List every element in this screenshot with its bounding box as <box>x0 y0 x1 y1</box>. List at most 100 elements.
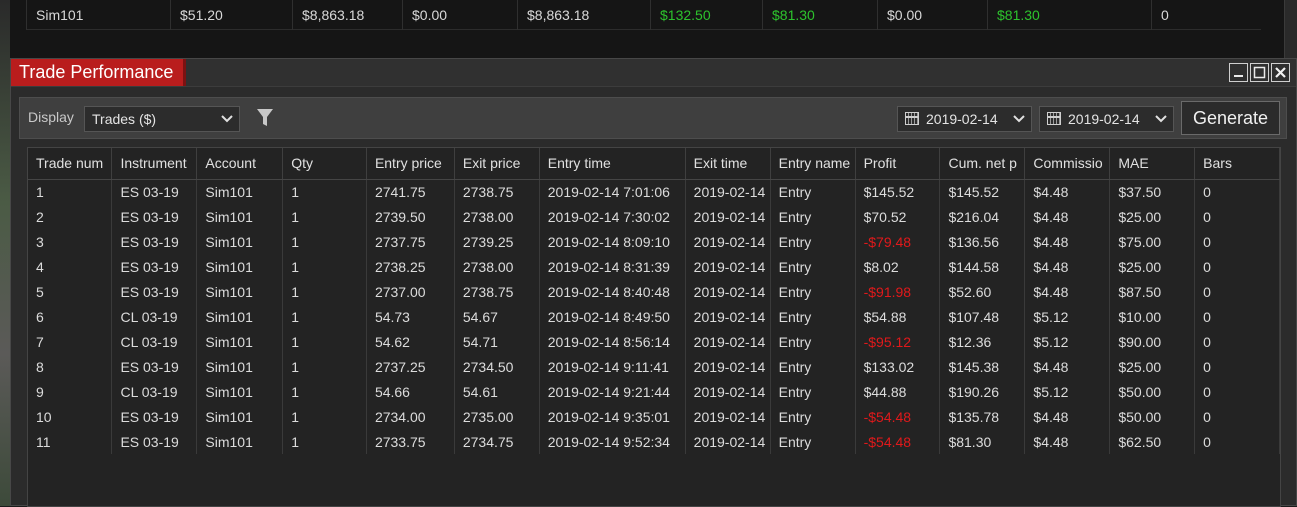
table-cell: $136.56 <box>939 229 1026 254</box>
end-date-value: 2019-02-14 <box>1068 111 1140 127</box>
column-header[interactable]: Entry name <box>770 148 856 180</box>
table-row[interactable]: 6 CL 03-19 Sim101 1 54.73 54.67 2019-02-14 8:4… <box>28 304 1280 329</box>
table-row[interactable]: 7 CL 03-19 Sim101 1 54.62 54.71 2019-02-14 8:5… <box>28 329 1280 354</box>
table-cell: $5.12 <box>1024 329 1111 354</box>
table-cell: 54.66 <box>366 379 455 404</box>
column-header[interactable]: Exit price <box>454 148 540 180</box>
table-cell: $12.36 <box>939 329 1026 354</box>
table-cell: $44.88 <box>855 379 941 404</box>
table-cell: 2019-02-14 <box>685 304 771 329</box>
table-cell: $5.12 <box>1024 379 1111 404</box>
table-cell: Entry <box>770 179 856 204</box>
toolbar: Display Trades ($) 2019-02-14 2019-02-14… <box>19 97 1287 139</box>
table-cell: -$91.98 <box>855 279 941 304</box>
table-cell: 4 <box>28 254 113 279</box>
table-cell: $90.00 <box>1109 329 1196 354</box>
table-cell: 0 <box>1194 229 1280 254</box>
table-row[interactable]: 1 ES 03-19 Sim101 1 2741.75 2738.75 2019-02-14… <box>28 179 1280 204</box>
filter-icon[interactable] <box>256 108 274 128</box>
table-cell: 2019-02-14 9:52:34 <box>539 429 686 454</box>
table-cell: Entry <box>770 254 856 279</box>
column-header[interactable]: Profit <box>855 148 941 180</box>
desktop-background <box>0 0 10 506</box>
account-cell: $8,863.18 <box>292 0 402 30</box>
table-row[interactable]: 3 ES 03-19 Sim101 1 2737.75 2739.25 2019-02-14… <box>28 229 1280 254</box>
table-cell: $145.52 <box>939 179 1026 204</box>
table-cell: 10 <box>28 404 113 429</box>
accounts-scrollbar[interactable] <box>1284 0 1297 58</box>
table-row[interactable]: 11 ES 03-19 Sim101 1 2733.75 2734.75 2019-02-1… <box>28 429 1280 454</box>
table-cell: 1 <box>282 404 367 429</box>
table-cell: $50.00 <box>1109 379 1196 404</box>
table-cell: ES 03-19 <box>111 354 198 379</box>
table-cell: 0 <box>1194 204 1280 229</box>
column-header[interactable]: Entry price <box>366 148 455 180</box>
table-cell: $37.50 <box>1109 179 1196 204</box>
table-cell: Entry <box>770 304 856 329</box>
table-cell: -$95.12 <box>855 329 941 354</box>
table-row[interactable]: 8 ES 03-19 Sim101 1 2737.25 2734.50 2019-02-14… <box>28 354 1280 379</box>
table-cell: -$79.48 <box>855 229 941 254</box>
table-cell: Sim101 <box>196 329 284 354</box>
account-cell: Sim101 <box>26 0 170 30</box>
table-cell: 2019-02-14 8:31:39 <box>539 254 686 279</box>
table-cell: ES 03-19 <box>111 179 198 204</box>
column-header[interactable]: Cum. net p <box>939 148 1026 180</box>
end-date-picker[interactable]: 2019-02-14 <box>1039 106 1174 132</box>
column-header[interactable]: Bars <box>1194 148 1280 180</box>
close-icon[interactable] <box>1271 63 1290 82</box>
table-cell: 2019-02-14 <box>685 229 771 254</box>
table-cell: 5 <box>28 279 113 304</box>
table-row[interactable]: 4 ES 03-19 Sim101 1 2738.25 2738.00 2019-02-14… <box>28 254 1280 279</box>
table-cell: 6 <box>28 304 113 329</box>
account-cell: 0 <box>1151 0 1261 30</box>
table-cell: 2737.75 <box>366 229 455 254</box>
account-cell: $0.00 <box>402 0 517 30</box>
minimize-icon[interactable] <box>1229 63 1248 82</box>
title-bar[interactable]: Trade Performance <box>11 59 1296 87</box>
generate-button[interactable]: Generate <box>1181 101 1280 135</box>
table-cell: $145.52 <box>855 179 941 204</box>
display-select[interactable]: Trades ($) <box>84 106 240 132</box>
account-row[interactable]: Sim101 $51.20 $8,863.18 $0.00 $8,863.18 $132.… <box>26 0 1261 30</box>
table-cell: $4.48 <box>1024 179 1111 204</box>
table-cell: 2738.00 <box>454 204 540 229</box>
table-cell: 2019-02-14 <box>685 329 771 354</box>
table-cell: 2739.25 <box>454 229 540 254</box>
calendar-icon <box>1047 112 1061 125</box>
table-cell: Sim101 <box>196 179 284 204</box>
table-row[interactable]: 10 ES 03-19 Sim101 1 2734.00 2735.00 2019-02-1… <box>28 404 1280 429</box>
table-cell: CL 03-19 <box>111 329 198 354</box>
table-cell: $4.48 <box>1024 429 1111 454</box>
column-header[interactable]: Qty <box>282 148 367 180</box>
table-cell: 0 <box>1194 354 1280 379</box>
column-header[interactable]: Account <box>196 148 284 180</box>
column-header[interactable]: Instrument <box>111 148 198 180</box>
column-header[interactable]: Entry time <box>539 148 686 180</box>
table-cell: 0 <box>1194 429 1280 454</box>
column-header[interactable]: Trade num <box>28 148 113 180</box>
maximize-icon[interactable] <box>1250 63 1269 82</box>
column-header[interactable]: Commissio <box>1024 148 1111 180</box>
table-cell: 0 <box>1194 404 1280 429</box>
column-header[interactable]: MAE <box>1109 148 1196 180</box>
table-cell: $4.48 <box>1024 404 1111 429</box>
table-cell: Sim101 <box>196 229 284 254</box>
trades-grid[interactable]: Trade num Instrument Account Qty Entry price… <box>27 147 1281 507</box>
table-row[interactable]: 5 ES 03-19 Sim101 1 2737.00 2738.75 2019-02-14… <box>28 279 1280 304</box>
table-cell: 7 <box>28 329 113 354</box>
table-cell: 2019-02-14 8:09:10 <box>539 229 686 254</box>
table-cell: 2738.25 <box>366 254 455 279</box>
table-row[interactable]: 2 ES 03-19 Sim101 1 2739.50 2738.00 2019-02-14… <box>28 204 1280 229</box>
table-cell: 2734.50 <box>454 354 540 379</box>
table-row[interactable]: 9 CL 03-19 Sim101 1 54.66 54.61 2019-02-14 9:2… <box>28 379 1280 404</box>
table-cell: 8 <box>28 354 113 379</box>
table-cell: 2019-02-14 8:49:50 <box>539 304 686 329</box>
table-cell: Entry <box>770 204 856 229</box>
table-cell: $107.48 <box>939 304 1026 329</box>
table-cell: 2019-02-14 7:30:02 <box>539 204 686 229</box>
column-header[interactable]: Exit time <box>685 148 771 180</box>
start-date-picker[interactable]: 2019-02-14 <box>897 106 1032 132</box>
table-cell: Entry <box>770 279 856 304</box>
table-cell: $52.60 <box>939 279 1026 304</box>
